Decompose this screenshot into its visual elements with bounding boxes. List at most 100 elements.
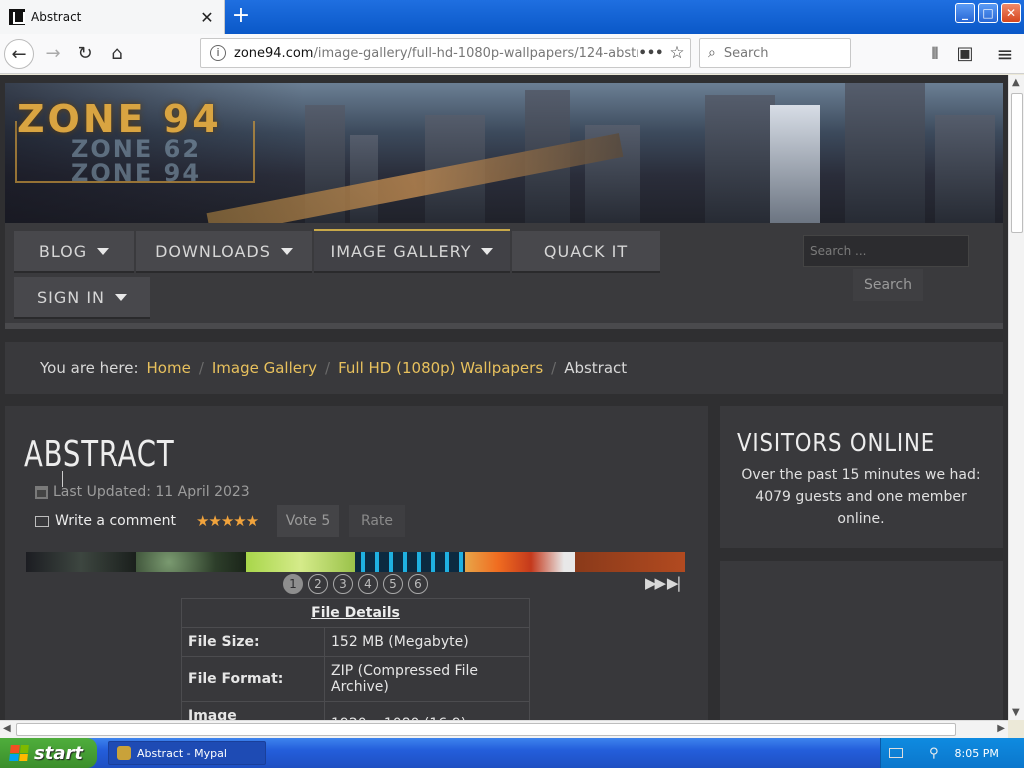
mypal-icon: [117, 746, 131, 760]
breadcrumb-prefix: You are here:: [40, 359, 139, 377]
breadcrumb-current: Abstract: [564, 359, 628, 377]
site-search-button[interactable]: Search: [853, 269, 923, 301]
breadcrumb-full-hd[interactable]: Full HD (1080p) Wallpapers: [338, 359, 543, 377]
breadcrumb-home[interactable]: Home: [147, 359, 191, 377]
gallery-thumbnail[interactable]: [465, 552, 576, 572]
breadcrumb-image-gallery[interactable]: Image Gallery: [212, 359, 317, 377]
site-favicon-icon: [9, 9, 25, 25]
visitors-online-title: VISITORS ONLINE: [737, 428, 936, 457]
gallery-thumbnail[interactable]: [575, 552, 685, 572]
back-arrow-icon[interactable]: ←: [4, 39, 34, 69]
windows-flag-icon: [9, 745, 29, 761]
chevron-down-icon: [115, 293, 127, 301]
mouse-cursor-icon: [62, 471, 68, 487]
page-number[interactable]: 5: [383, 574, 403, 594]
scroll-down-icon[interactable]: ▼: [1012, 707, 1020, 718]
bookmark-star-icon[interactable]: ☆: [664, 43, 690, 63]
browser-search-box[interactable]: ⌕ Search: [699, 38, 851, 68]
window-minimize-button[interactable]: _: [955, 3, 975, 23]
window-close-button[interactable]: ✕: [1001, 3, 1021, 23]
article-panel: ABSTRACT Last Updated: 11 April 2023 Wri…: [5, 406, 708, 720]
system-tray: ⚲ 8:05 PM: [880, 738, 1024, 768]
comment-icon: [35, 515, 49, 527]
gallery-thumbnail[interactable]: [135, 552, 246, 572]
tab-close-icon[interactable]: ✕: [196, 8, 218, 27]
breadcrumb-separator: /: [325, 359, 331, 377]
hamburger-menu-icon[interactable]: ≡: [990, 39, 1020, 69]
page-number[interactable]: 6: [408, 574, 428, 594]
comment-row: Write a comment ★★★★★: [35, 512, 259, 530]
vertical-scrollbar[interactable]: ▲ ▼: [1008, 75, 1024, 720]
start-button[interactable]: start: [0, 738, 97, 768]
chevron-down-icon: [481, 247, 494, 255]
rate-button[interactable]: Rate: [349, 505, 405, 537]
page-number[interactable]: 2: [308, 574, 328, 594]
library-icon[interactable]: ⫴: [920, 39, 950, 69]
page-viewport: ZONE 94 ZONE 62 ZONE 94 BLOG DOWNLOADS I…: [0, 75, 1008, 720]
pager-next-last-icon[interactable]: ▶▶ ▶|: [645, 574, 681, 592]
page-title: ABSTRACT: [24, 434, 175, 475]
gallery-thumbnail[interactable]: [245, 552, 356, 572]
tab-title: Abstract: [31, 10, 82, 24]
visitors-online-panel: VISITORS ONLINE Over the past 15 minutes…: [720, 406, 1003, 548]
calendar-icon: [35, 485, 48, 499]
reload-icon[interactable]: ↻: [70, 39, 100, 69]
visitors-online-text: Over the past 15 minutes we had: 4079 gu…: [741, 467, 981, 527]
site-banner: ZONE 94 ZONE 62 ZONE 94: [5, 83, 1003, 225]
address-bar[interactable]: i zone94.com/image-gallery/full-hd-1080p…: [200, 38, 691, 68]
site-main-menu: BLOG DOWNLOADS IMAGE GALLERY QUACK IT SI…: [5, 223, 1003, 329]
keyboard-icon[interactable]: [889, 748, 903, 758]
table-row: File Format: ZIP (Compressed File Archiv…: [181, 656, 530, 702]
scroll-right-icon[interactable]: ▶: [997, 723, 1005, 734]
url-text[interactable]: zone94.com/image-gallery/full-hd-1080p-w…: [234, 46, 638, 61]
scroll-up-icon[interactable]: ▲: [1012, 77, 1020, 88]
logo-echo: ZONE 94: [71, 159, 202, 187]
taskbar-item-browser[interactable]: Abstract - Mypal: [108, 741, 266, 765]
new-tab-button[interactable]: +: [228, 3, 254, 29]
star-rating[interactable]: ★★★★★: [196, 512, 259, 530]
file-details-header: File Details: [181, 598, 530, 628]
browser-tab[interactable]: Abstract ✕: [0, 0, 225, 34]
file-details-table: File Details File Size: 152 MB (Megabyte…: [181, 598, 530, 720]
table-row: Image Resolution: 1920 x 1080 (16:9): [181, 701, 530, 720]
breadcrumb: You are here: Home / Image Gallery / Ful…: [5, 342, 1003, 394]
gallery-thumbnail[interactable]: [26, 552, 136, 572]
forward-arrow-icon[interactable]: →: [38, 39, 68, 69]
window-maximize-button[interactable]: □: [978, 3, 998, 23]
chevron-down-icon: [280, 247, 293, 255]
gallery-thumbnail[interactable]: [355, 552, 466, 572]
network-icon[interactable]: ⚲: [929, 746, 939, 761]
scrollbar-thumb[interactable]: [16, 723, 956, 736]
menu-item-quack-it[interactable]: QUACK IT: [512, 231, 660, 273]
menu-item-downloads[interactable]: DOWNLOADS: [136, 231, 312, 273]
thumbnail-strip: [26, 552, 685, 572]
home-icon[interactable]: ⌂: [102, 39, 132, 69]
page-number[interactable]: 4: [358, 574, 378, 594]
breadcrumb-separator: /: [198, 359, 204, 377]
page-number[interactable]: 3: [333, 574, 353, 594]
breadcrumb-separator: /: [551, 359, 557, 377]
taskbar: start Abstract - Mypal ⚲ 8:05 PM: [0, 738, 1024, 768]
sidebar-icon[interactable]: ▣: [950, 39, 980, 69]
gallery-pager: 1 2 3 4 5 6: [283, 574, 433, 594]
page-actions-icon[interactable]: •••: [638, 46, 664, 61]
sidebar-panel: [720, 561, 1003, 720]
clock[interactable]: 8:05 PM: [955, 747, 999, 760]
menu-item-image-gallery[interactable]: IMAGE GALLERY: [314, 229, 510, 273]
write-comment-link[interactable]: Write a comment: [55, 513, 176, 529]
scrollbar-thumb[interactable]: [1011, 93, 1023, 233]
site-search-input[interactable]: Search ...: [803, 235, 969, 267]
browser-search-placeholder: Search: [723, 45, 769, 61]
search-icon: ⌕: [708, 45, 716, 61]
vote-select[interactable]: Vote 5: [277, 505, 339, 537]
horizontal-scrollbar[interactable]: ◀ ▶: [0, 720, 1008, 738]
menu-item-blog[interactable]: BLOG: [14, 231, 134, 273]
scroll-left-icon[interactable]: ◀: [3, 723, 11, 734]
table-row: File Size: 152 MB (Megabyte): [181, 627, 530, 657]
menu-item-sign-in[interactable]: SIGN IN: [14, 277, 150, 319]
browser-navigation-bar: ← → ↻ ⌂ i zone94.com/image-gallery/full-…: [0, 34, 1024, 74]
info-icon[interactable]: i: [210, 45, 226, 61]
browser-tab-strip: Abstract ✕ + _ □ ✕: [0, 0, 1024, 34]
chevron-down-icon: [97, 247, 110, 255]
page-number[interactable]: 1: [283, 574, 303, 594]
